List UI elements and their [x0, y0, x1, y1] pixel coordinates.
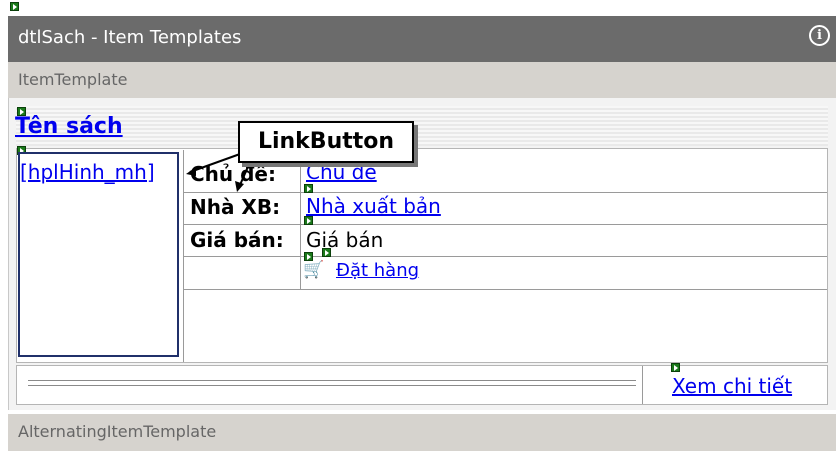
grid-line — [183, 192, 827, 193]
title-bar: dtlSach - Item Templates i — [8, 16, 836, 62]
grid-line — [183, 289, 827, 290]
window-title: dtlSach - Item Templates — [18, 27, 242, 48]
separator-line — [28, 380, 636, 386]
section-item-template-label: ItemTemplate — [18, 70, 128, 89]
label-price: Giá bán: — [190, 228, 284, 252]
price-glyph-icon — [304, 216, 313, 225]
grid-line — [642, 366, 643, 404]
arrowhead-icon — [186, 167, 196, 176]
book-title-link[interactable]: Tên sách — [15, 114, 123, 139]
publisher-glyph-icon — [304, 184, 313, 193]
price-value: Giá bán — [306, 228, 384, 252]
arrowhead-icon — [235, 181, 244, 192]
view-detail-link[interactable]: Xem chi tiết — [672, 374, 792, 398]
order-link-glyph-icon — [322, 248, 331, 257]
arrow-line — [189, 153, 241, 173]
image-hyperlink[interactable]: [hplHinh_mh] — [20, 160, 155, 184]
linkbutton-callout: LinkButton — [238, 121, 414, 163]
order-link[interactable]: Đặt hàng — [336, 260, 419, 281]
detail-link-glyph-icon — [671, 363, 680, 372]
grid-line — [300, 150, 301, 290]
arrow-line — [239, 161, 250, 186]
control-glyph-icon — [10, 2, 19, 11]
cart-icon[interactable]: 🛒 — [303, 260, 324, 280]
subject-link[interactable]: Chủ đề — [306, 160, 377, 184]
publisher-link[interactable]: Nhà xuất bản — [306, 194, 441, 218]
section-item-template: ItemTemplate — [8, 62, 836, 98]
section-alternating-item-template-label: AlternatingItemTemplate — [18, 422, 217, 441]
title-row-background — [16, 106, 828, 146]
grid-line — [183, 256, 827, 257]
section-alternating-item-template: AlternatingItemTemplate — [8, 414, 836, 451]
info-icon[interactable]: i — [809, 25, 830, 46]
grid-line — [183, 224, 827, 225]
